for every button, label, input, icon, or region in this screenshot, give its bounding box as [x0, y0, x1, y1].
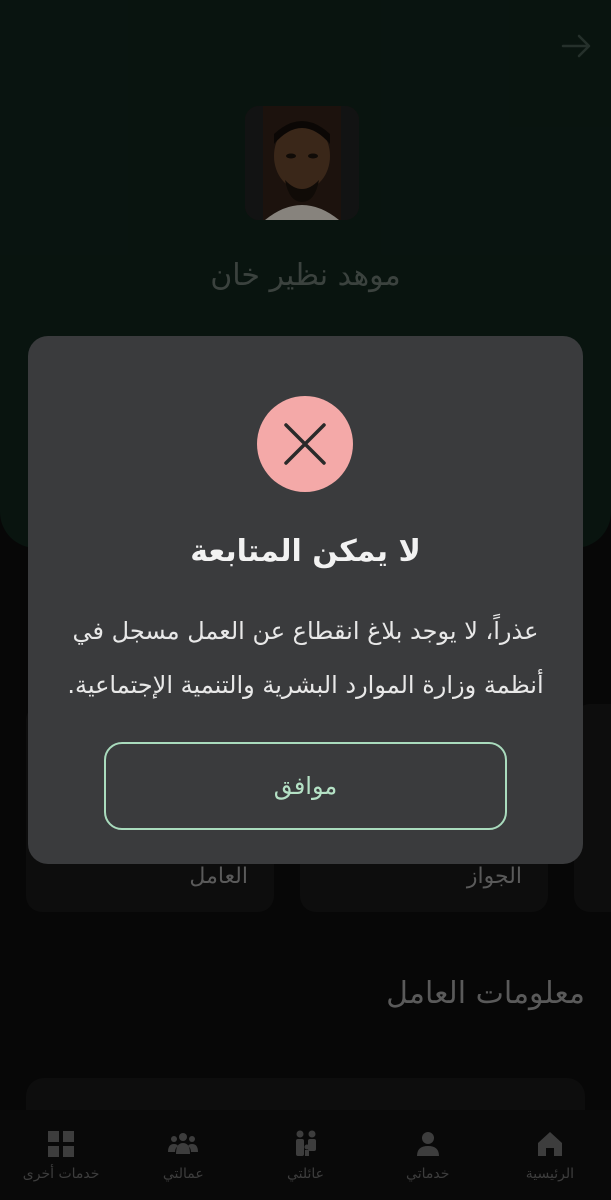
dialog-message: عذراً، لا يوجد بلاغ انقطاع عن العمل مسجل… — [58, 604, 553, 712]
dialog-message-line: عذراً، لا يوجد بلاغ انقطاع عن العمل مسجل… — [72, 617, 539, 645]
dialog-message-line: أنظمة وزارة الموارد البشرية والتنمية الإ… — [67, 671, 544, 699]
error-dialog: لا يمكن المتابعة عذراً، لا يوجد بلاغ انق… — [28, 336, 583, 864]
dialog-title: لا يمكن المتابعة — [190, 534, 421, 569]
close-icon — [257, 396, 353, 492]
ok-button[interactable]: موافق — [104, 742, 507, 830]
